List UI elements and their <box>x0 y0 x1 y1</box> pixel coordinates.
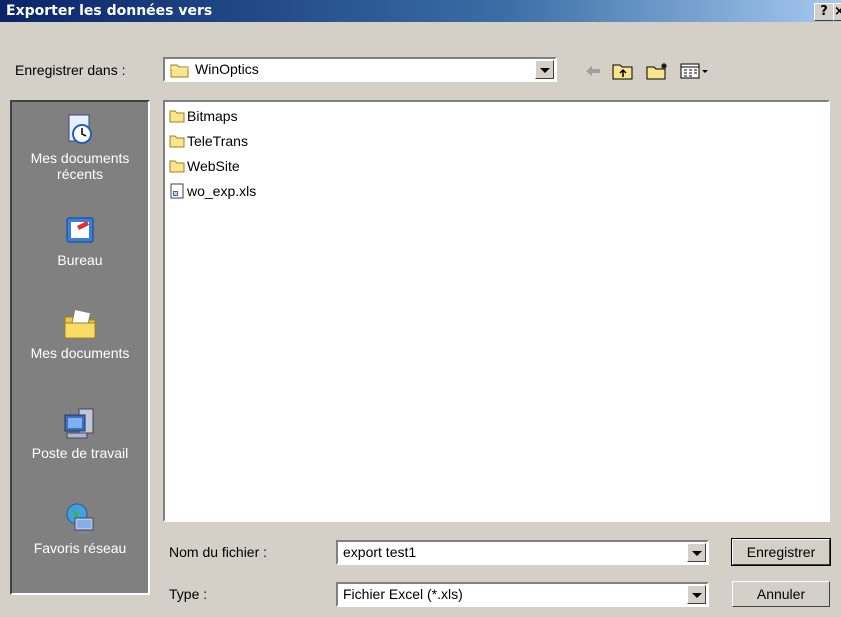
folder-icon <box>169 133 185 149</box>
filetype-label: Type : <box>169 586 208 602</box>
file-list[interactable]: Bitmaps TeleTrans WebSite wo_exp.xls <box>163 100 830 522</box>
recent-documents-icon <box>63 112 97 146</box>
folder-icon <box>169 158 185 174</box>
folder-icon <box>169 108 185 124</box>
file-name: Bitmaps <box>187 108 238 124</box>
place-network[interactable]: Favoris réseau <box>12 502 148 556</box>
cancel-button[interactable]: Annuler <box>732 581 830 607</box>
chevron-down-icon[interactable] <box>687 543 706 562</box>
save-in-value: WinOptics <box>195 61 259 77</box>
filetype-value: Fichier Excel (*.xls) <box>343 586 463 602</box>
place-label: Bureau <box>57 252 103 268</box>
close-icon: × <box>834 4 841 19</box>
file-name: wo_exp.xls <box>187 183 257 199</box>
window-title: Exporter les données vers <box>6 3 213 19</box>
network-places-icon <box>63 502 97 536</box>
excel-file-icon <box>169 183 185 199</box>
place-label: Mes documents récents <box>30 150 130 182</box>
title-bar: Exporter les données vers ? × <box>0 0 841 22</box>
help-button[interactable]: ? <box>814 3 834 21</box>
chevron-down-icon[interactable] <box>535 60 554 79</box>
place-label: Poste de travail <box>31 445 129 461</box>
places-bar: Mes documents récents Bureau Mes documen… <box>10 100 150 595</box>
folder-icon <box>170 62 190 81</box>
place-recent-documents[interactable]: Mes documents récents <box>12 112 148 182</box>
filename-label: Nom du fichier : <box>169 544 268 560</box>
place-my-documents[interactable]: Mes documents <box>12 307 148 361</box>
close-button[interactable]: × <box>833 3 841 21</box>
desktop-icon <box>63 214 97 248</box>
list-item[interactable]: Bitmaps <box>169 107 238 125</box>
list-item[interactable]: wo_exp.xls <box>169 182 256 200</box>
filename-input[interactable]: export test1 <box>336 540 709 565</box>
file-name: WebSite <box>187 158 240 174</box>
new-folder-icon[interactable] <box>646 62 670 80</box>
place-label: Mes documents <box>30 345 130 361</box>
list-item[interactable]: TeleTrans <box>169 132 248 150</box>
back-arrow-icon[interactable] <box>583 62 603 80</box>
place-desktop[interactable]: Bureau <box>12 214 148 268</box>
place-label: Favoris réseau <box>33 540 127 556</box>
save-in-label: Enregistrer dans : <box>15 62 126 78</box>
my-documents-icon <box>63 307 97 341</box>
list-item[interactable]: WebSite <box>169 157 240 175</box>
view-menu-icon[interactable] <box>680 62 710 80</box>
file-name: TeleTrans <box>187 133 248 149</box>
filename-value: export test1 <box>343 544 417 560</box>
my-computer-icon <box>63 407 97 441</box>
filetype-dropdown[interactable]: Fichier Excel (*.xls) <box>336 582 709 607</box>
chevron-down-icon[interactable] <box>687 585 706 604</box>
up-folder-icon[interactable] <box>612 62 634 80</box>
place-my-computer[interactable]: Poste de travail <box>12 407 148 461</box>
save-in-dropdown[interactable]: WinOptics <box>163 57 557 82</box>
save-button[interactable]: Enregistrer <box>731 538 831 566</box>
